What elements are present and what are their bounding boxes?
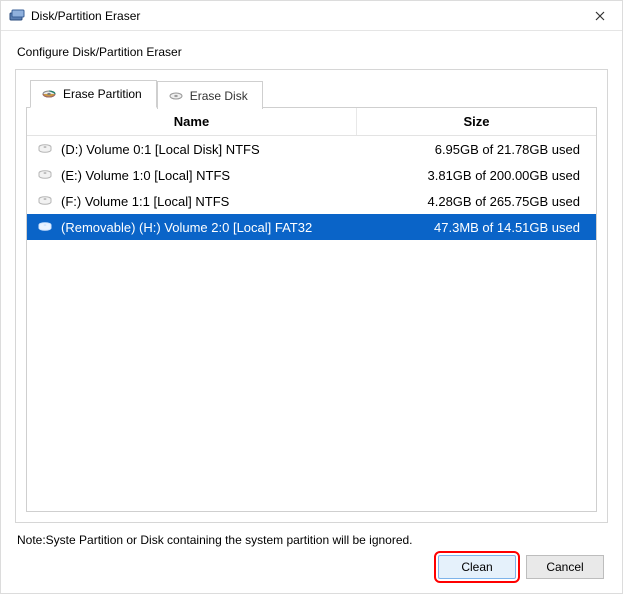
- table-row[interactable]: (E:) Volume 1:0 [Local] NTFS 3.81GB of 2…: [27, 162, 596, 188]
- partition-name: (E:) Volume 1:0 [Local] NTFS: [61, 168, 230, 183]
- disk-icon: [168, 88, 184, 104]
- tab-strip: Erase Partition Erase Disk: [26, 80, 597, 108]
- table-row[interactable]: (Removable) (H:) Volume 2:0 [Local] FAT3…: [27, 214, 596, 240]
- tab-erase-disk[interactable]: Erase Disk: [157, 81, 263, 109]
- dialog-window: Disk/Partition Eraser Configure Disk/Par…: [0, 0, 623, 594]
- table-row[interactable]: (F:) Volume 1:1 [Local] NTFS 4.28GB of 2…: [27, 188, 596, 214]
- row-name-cell: (F:) Volume 1:1 [Local] NTFS: [35, 194, 356, 209]
- list-rows: (D:) Volume 0:1 [Local Disk] NTFS 6.95GB…: [27, 136, 596, 511]
- drive-icon: [37, 169, 53, 181]
- table-row[interactable]: (D:) Volume 0:1 [Local Disk] NTFS 6.95GB…: [27, 136, 596, 162]
- drive-icon: [37, 143, 53, 155]
- row-name-cell: (E:) Volume 1:0 [Local] NTFS: [35, 168, 356, 183]
- tab-erase-partition[interactable]: Erase Partition: [30, 80, 157, 108]
- partition-name: (F:) Volume 1:1 [Local] NTFS: [61, 194, 229, 209]
- row-name-cell: (D:) Volume 0:1 [Local Disk] NTFS: [35, 142, 356, 157]
- row-name-cell: (Removable) (H:) Volume 2:0 [Local] FAT3…: [35, 220, 356, 235]
- column-header-size[interactable]: Size: [357, 108, 596, 135]
- clean-button[interactable]: Clean: [438, 555, 516, 579]
- app-icon: [9, 8, 25, 24]
- cancel-button[interactable]: Cancel: [526, 555, 604, 579]
- tab-label: Erase Disk: [190, 89, 248, 103]
- row-size-cell: 47.3MB of 14.51GB used: [356, 220, 588, 235]
- partition-name: (D:) Volume 0:1 [Local Disk] NTFS: [61, 142, 260, 157]
- drive-icon: [37, 221, 53, 233]
- column-header-name[interactable]: Name: [27, 108, 357, 135]
- tab-label: Erase Partition: [63, 87, 142, 101]
- row-size-cell: 4.28GB of 265.75GB used: [356, 194, 588, 209]
- group-box: Erase Partition Erase Disk Name Size: [15, 69, 608, 523]
- partition-list: Name Size (D:) Volume 0:1 [Local Disk] N…: [26, 107, 597, 512]
- partition-icon: [41, 86, 57, 102]
- titlebar: Disk/Partition Eraser: [1, 1, 622, 31]
- row-size-cell: 3.81GB of 200.00GB used: [356, 168, 588, 183]
- window-title: Disk/Partition Eraser: [31, 9, 577, 23]
- list-header: Name Size: [27, 108, 596, 136]
- note-text: Note:Syste Partition or Disk containing …: [17, 533, 608, 547]
- button-row: Clean Cancel: [15, 553, 608, 587]
- row-size-cell: 6.95GB of 21.78GB used: [356, 142, 588, 157]
- drive-icon: [37, 195, 53, 207]
- partition-name: (Removable) (H:) Volume 2:0 [Local] FAT3…: [61, 220, 312, 235]
- content-area: Configure Disk/Partition Eraser Erase Pa…: [1, 31, 622, 593]
- close-button[interactable]: [577, 1, 622, 31]
- section-label: Configure Disk/Partition Eraser: [17, 45, 608, 59]
